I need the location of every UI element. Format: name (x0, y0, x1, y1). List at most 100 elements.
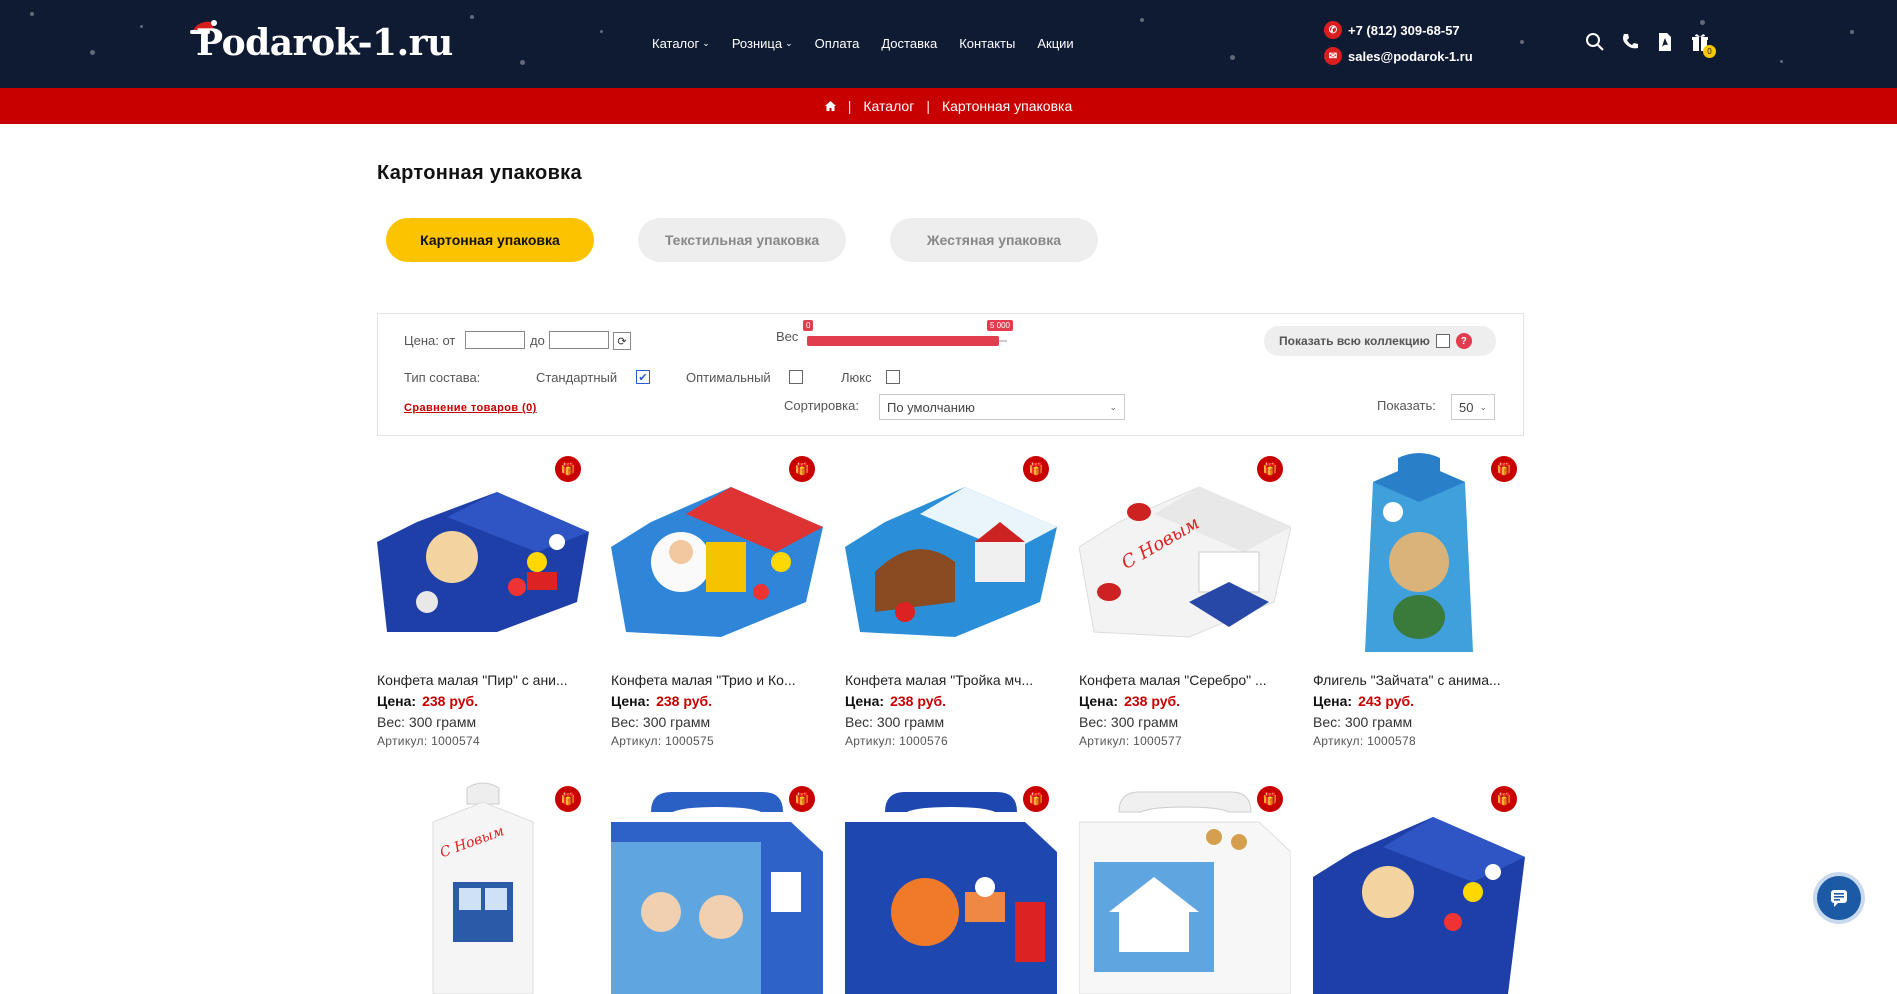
product-price: Цена: 238 руб. (611, 693, 823, 709)
chevron-down-icon: ⌄ (1479, 401, 1487, 412)
compare-products-link[interactable]: Сравнение товаров (0) (404, 402, 537, 414)
gift-icon[interactable]: 🎁 (555, 456, 581, 482)
product-name[interactable]: Конфета малая "Пир" с ани... (377, 672, 589, 688)
header-email[interactable]: ✉ sales@podarok-1.ru (1324, 43, 1473, 69)
tab-textile[interactable]: Текстильная упаковка (638, 218, 846, 262)
pdf-icon[interactable] (1655, 32, 1675, 52)
price-value: 243 руб. (1358, 693, 1415, 709)
snow-dot (520, 60, 525, 65)
product-sku: Артикул: 1000574 (377, 734, 480, 748)
price-value: 238 руб. (656, 693, 713, 709)
product-card[interactable]: 🎁 Конфета малая "Пир" с ани... Цена: 238 … (377, 452, 589, 748)
product-card[interactable]: 🎁 (845, 782, 1057, 994)
product-image[interactable]: 🎁 (1313, 782, 1525, 994)
product-card[interactable]: 🎁 Конфета малая "Трио и Ко... Цена: 238 р… (611, 452, 823, 748)
nav-item-promos[interactable]: Акции (1037, 36, 1073, 51)
nav-item-contacts[interactable]: Контакты (959, 36, 1015, 51)
nav-item-payment[interactable]: Оплата (815, 36, 860, 51)
show-all-checkbox[interactable] (1435, 334, 1450, 348)
product-image[interactable]: 🎁 (1079, 782, 1291, 994)
site-logo[interactable]: Podarok-1.ru (196, 22, 453, 64)
product-image[interactable]: 🎁 (611, 452, 823, 664)
chat-widget-button[interactable] (1817, 876, 1861, 920)
product-card[interactable]: 🎁 Флигель "Зайчата" с анима... Цена: 243 … (1313, 452, 1525, 748)
gift-icon[interactable]: 🎁 (1257, 456, 1283, 482)
gift-icon[interactable]: 🎁 (555, 786, 581, 812)
price-label: Цена: (611, 693, 651, 709)
price-label: Цена: (1079, 693, 1119, 709)
chevron-down-icon: ⌄ (702, 38, 710, 48)
snow-dot (90, 50, 95, 55)
refresh-icon[interactable]: ⟳ (613, 332, 631, 350)
show-count-select[interactable]: 50 ⌄ (1451, 394, 1495, 420)
show-all-label: Показать всю коллекцию (1279, 334, 1430, 348)
price-from-label: Цена: от (404, 333, 456, 348)
product-name[interactable]: Конфета малая "Тройка мч... (845, 672, 1057, 688)
composition-standard-checkbox[interactable]: ✔ (636, 370, 650, 384)
breadcrumb-item-catalog[interactable]: Каталог (863, 98, 914, 114)
composition-lux-checkbox[interactable] (886, 370, 900, 384)
product-image[interactable]: С Новым 🎁 (377, 782, 589, 994)
price-to-input[interactable] (549, 331, 609, 349)
product-image[interactable]: С Новым 🎁 (1079, 452, 1291, 664)
product-card[interactable]: 🎁 (1313, 782, 1525, 994)
gift-icon[interactable]: 🎁 (789, 786, 815, 812)
product-name[interactable]: Флигель "Зайчата" с анима... (1313, 672, 1525, 688)
search-icon[interactable] (1585, 32, 1605, 52)
product-image[interactable]: 🎁 (377, 452, 589, 664)
chat-icon (1831, 890, 1847, 907)
nav-item-delivery[interactable]: Доставка (881, 36, 937, 51)
product-card[interactable]: 🎁 (611, 782, 823, 994)
product-card[interactable]: С Новым 🎁 Конфета малая "Серебро" ... Це… (1079, 452, 1291, 748)
product-name[interactable]: Конфета малая "Серебро" ... (1079, 672, 1291, 688)
product-card[interactable]: 🎁 Конфета малая "Тройка мч... Цена: 238 р… (845, 452, 1057, 748)
product-weight: Вес: 300 грамм (1079, 714, 1179, 730)
product-price: Цена: 238 руб. (845, 693, 1057, 709)
tab-cardboard[interactable]: Картонная упаковка (386, 218, 594, 262)
price-label: Цена: (845, 693, 885, 709)
mail-icon: ✉ (1324, 47, 1342, 65)
show-count-label: Показать: (1377, 398, 1436, 413)
cart-icon[interactable]: 0 (1690, 32, 1716, 58)
chevron-down-icon: ⌄ (785, 38, 793, 48)
price-from-input[interactable] (465, 331, 525, 349)
weight-slider[interactable]: 0 5 000 (803, 320, 1013, 346)
filter-panel: Цена: от до ⟳ Вес 0 5 000 Показать всю к… (377, 313, 1524, 436)
gift-icon[interactable]: 🎁 (1257, 786, 1283, 812)
product-card[interactable]: С Новым 🎁 (377, 782, 589, 994)
product-image[interactable]: 🎁 (845, 452, 1057, 664)
home-icon[interactable] (824, 98, 836, 114)
product-image[interactable]: 🎁 (611, 782, 823, 994)
price-value: 238 руб. (1124, 693, 1181, 709)
tab-tin[interactable]: Жестяная упаковка (890, 218, 1098, 262)
snow-dot (1850, 30, 1854, 34)
product-image[interactable]: 🎁 (1313, 452, 1525, 664)
price-to-label: до (530, 333, 545, 348)
cart-count-badge: 0 (1703, 45, 1716, 58)
show-all-collection-toggle[interactable]: Показать всю коллекцию ? (1264, 326, 1496, 356)
gift-icon[interactable]: 🎁 (1491, 456, 1517, 482)
gift-icon[interactable]: 🎁 (1023, 456, 1049, 482)
breadcrumb-separator: | (926, 98, 930, 114)
nav-item-retail[interactable]: Розница ⌄ (732, 36, 793, 51)
gift-icon[interactable]: 🎁 (1023, 786, 1049, 812)
product-card[interactable]: 🎁 (1079, 782, 1291, 994)
phone-icon[interactable] (1620, 32, 1640, 52)
product-name[interactable]: Конфета малая "Трио и Ко... (611, 672, 823, 688)
weight-min-tag: 0 (803, 320, 814, 331)
show-count-value: 50 (1459, 399, 1474, 415)
nav-item-catalog[interactable]: Каталог ⌄ (652, 36, 710, 51)
product-price: Цена: 238 руб. (1079, 693, 1291, 709)
gift-icon[interactable]: 🎁 (1491, 786, 1517, 812)
product-image[interactable]: 🎁 (845, 782, 1057, 994)
composition-optimal-checkbox[interactable] (789, 370, 803, 384)
nav-label: Контакты (959, 36, 1016, 51)
gift-icon[interactable]: 🎁 (789, 456, 815, 482)
help-icon[interactable]: ? (1455, 333, 1472, 349)
sort-select[interactable]: По умолчанию ⌄ (879, 394, 1125, 420)
price-label: Цена: (377, 693, 417, 709)
composition-standard-label: Стандартный (536, 370, 618, 385)
product-weight: Вес: 300 грамм (611, 714, 711, 730)
header-phone[interactable]: ✆ +7 (812) 309-68-57 (1324, 17, 1473, 43)
breadcrumb: | Каталог | Картонная упаковка (0, 88, 1897, 124)
